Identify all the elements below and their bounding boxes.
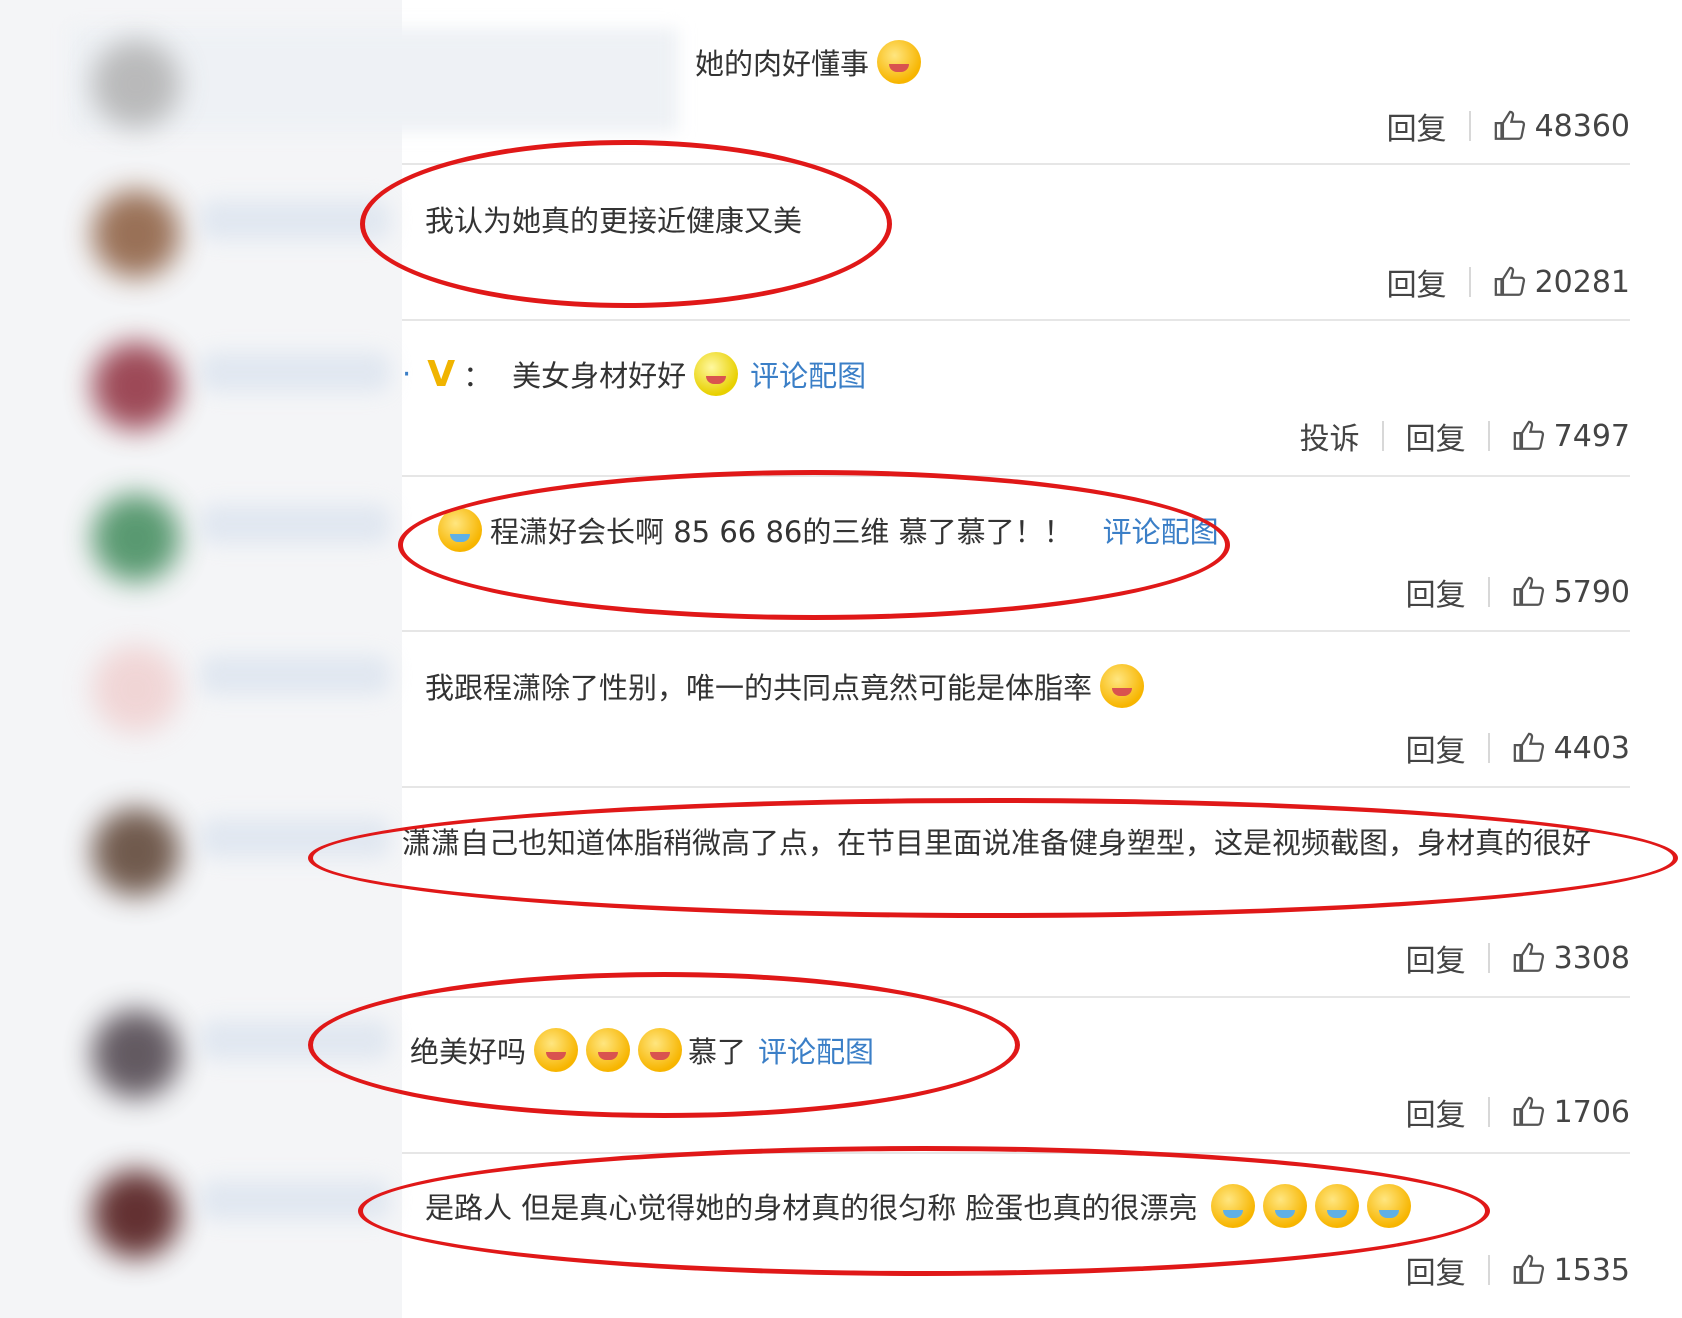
- thumbs-up-icon: [1513, 420, 1544, 450]
- comment-actions: 回复 4403: [1406, 726, 1630, 770]
- like-button[interactable]: 5790: [1512, 575, 1630, 610]
- comment-actions: 回复 1535: [1406, 1248, 1630, 1292]
- separator: [1468, 111, 1471, 141]
- like-button[interactable]: 7497: [1512, 419, 1630, 454]
- avatar[interactable]: [92, 808, 180, 896]
- report-button[interactable]: 投诉: [1300, 414, 1360, 458]
- comment-actions: 回复 48360: [1387, 104, 1630, 148]
- thumbs-up-icon: [1513, 576, 1544, 606]
- reply-button[interactable]: 回复: [1387, 260, 1447, 304]
- like-count: 3308: [1553, 940, 1630, 976]
- crying-face-emoji: [1367, 1184, 1412, 1228]
- reply-button[interactable]: 回复: [1406, 414, 1466, 458]
- blurred-username: [200, 504, 390, 544]
- comment-actions: 回复 5790: [1406, 570, 1630, 614]
- divider: [402, 319, 1630, 321]
- like-count: 48360: [1534, 108, 1630, 144]
- like-count: 5790: [1553, 574, 1630, 610]
- comment-actions: 回复 20281: [1387, 260, 1630, 304]
- blurred-username: [200, 200, 390, 240]
- lemon-face-emoji: [694, 352, 739, 396]
- reply-button[interactable]: 回复: [1406, 1248, 1466, 1292]
- like-button[interactable]: 20281: [1493, 265, 1630, 300]
- like-button[interactable]: 48360: [1493, 109, 1630, 144]
- reply-button[interactable]: 回复: [1406, 1090, 1466, 1134]
- blurred-username: [200, 655, 390, 695]
- separator: [1487, 943, 1490, 973]
- like-button[interactable]: 4403: [1512, 731, 1630, 766]
- blurred-username: [200, 818, 390, 858]
- crying-face-emoji: [1263, 1184, 1308, 1228]
- flushed-face-emoji: [877, 40, 922, 84]
- separator: [1381, 421, 1384, 451]
- comment-text: 我跟程潇除了性别，唯一的共同点竟然可能是体脂率: [425, 664, 1145, 708]
- comment-image-link[interactable]: 评论配图: [758, 1029, 874, 1071]
- heart-eyes-emoji: [586, 1028, 631, 1072]
- like-count: 7497: [1553, 418, 1630, 454]
- heart-eyes-emoji: [534, 1028, 579, 1072]
- comment-image-link[interactable]: 评论配图: [750, 353, 866, 395]
- avatar[interactable]: [92, 1170, 180, 1258]
- like-count: 20281: [1534, 264, 1630, 300]
- crying-face-emoji: [1315, 1184, 1360, 1228]
- separator: [1487, 1097, 1490, 1127]
- comment-text: 我认为她真的更接近健康又美: [425, 204, 803, 238]
- thumbs-up-icon: [1513, 942, 1544, 972]
- comment-text: 是路人 但是真心觉得她的身材真的很匀称 脸蛋也真的很漂亮: [425, 1184, 1412, 1228]
- like-count: 1535: [1553, 1252, 1630, 1288]
- like-button[interactable]: 3308: [1512, 941, 1630, 976]
- comment-actions: 回复 3308: [1406, 936, 1630, 980]
- avatar[interactable]: [92, 40, 180, 128]
- reply-button[interactable]: 回复: [1406, 936, 1466, 980]
- thumbs-up-icon: [1513, 732, 1544, 762]
- reply-button[interactable]: 回复: [1406, 570, 1466, 614]
- separator: [1487, 421, 1490, 451]
- divider: [402, 475, 1630, 477]
- separator: [1487, 577, 1490, 607]
- avatar[interactable]: [92, 645, 180, 733]
- comment-image-link[interactable]: 评论配图: [1103, 509, 1219, 551]
- blurred-username: [200, 1180, 390, 1220]
- crying-face-emoji: [438, 508, 482, 552]
- reply-button[interactable]: 回复: [1387, 104, 1447, 148]
- comment-text: 她的肉好懂事: [695, 40, 922, 84]
- separator: [1468, 267, 1471, 297]
- divider: [402, 1152, 1630, 1154]
- vip-badge: V: [427, 353, 456, 395]
- comment-actions: 回复 1706: [1406, 1090, 1630, 1134]
- kissing-face-emoji: [1100, 664, 1145, 708]
- blurred-username: [200, 1020, 390, 1060]
- like-button[interactable]: 1706: [1512, 1095, 1630, 1130]
- separator: [1487, 733, 1490, 763]
- divider: [402, 786, 1630, 788]
- thumbs-up-icon: [1494, 266, 1525, 296]
- comment-text: 程潇好会长啊 85 66 86的三维 慕了慕了！！ 评论配图: [438, 508, 1219, 552]
- avatar[interactable]: [92, 1010, 180, 1098]
- blurred-username: [200, 352, 390, 392]
- comment-text: 绝美好吗 慕了 评论配图: [410, 1028, 874, 1072]
- comment-text: · V ： 美女身材好好 评论配图: [402, 352, 867, 396]
- avatar[interactable]: [92, 190, 180, 278]
- divider: [402, 630, 1630, 632]
- comment-actions: 投诉 回复 7497: [1300, 414, 1630, 458]
- thumbs-up-icon: [1513, 1254, 1544, 1284]
- heart-eyes-emoji: [638, 1028, 683, 1072]
- thumbs-up-icon: [1513, 1096, 1544, 1126]
- like-count: 4403: [1553, 730, 1630, 766]
- crying-face-emoji: [1211, 1184, 1256, 1228]
- thumbs-up-icon: [1494, 110, 1525, 140]
- avatar[interactable]: [92, 342, 180, 430]
- like-count: 1706: [1553, 1094, 1630, 1130]
- avatar[interactable]: [92, 494, 180, 582]
- reply-button[interactable]: 回复: [1406, 726, 1466, 770]
- separator: [1487, 1255, 1490, 1285]
- divider: [402, 163, 1630, 165]
- like-button[interactable]: 1535: [1512, 1253, 1630, 1288]
- divider: [402, 996, 1630, 998]
- comment-text: 潇潇自己也知道体脂稍微高了点，在节目里面说准备健身塑型，这是视频截图，身材真的很…: [402, 826, 1592, 860]
